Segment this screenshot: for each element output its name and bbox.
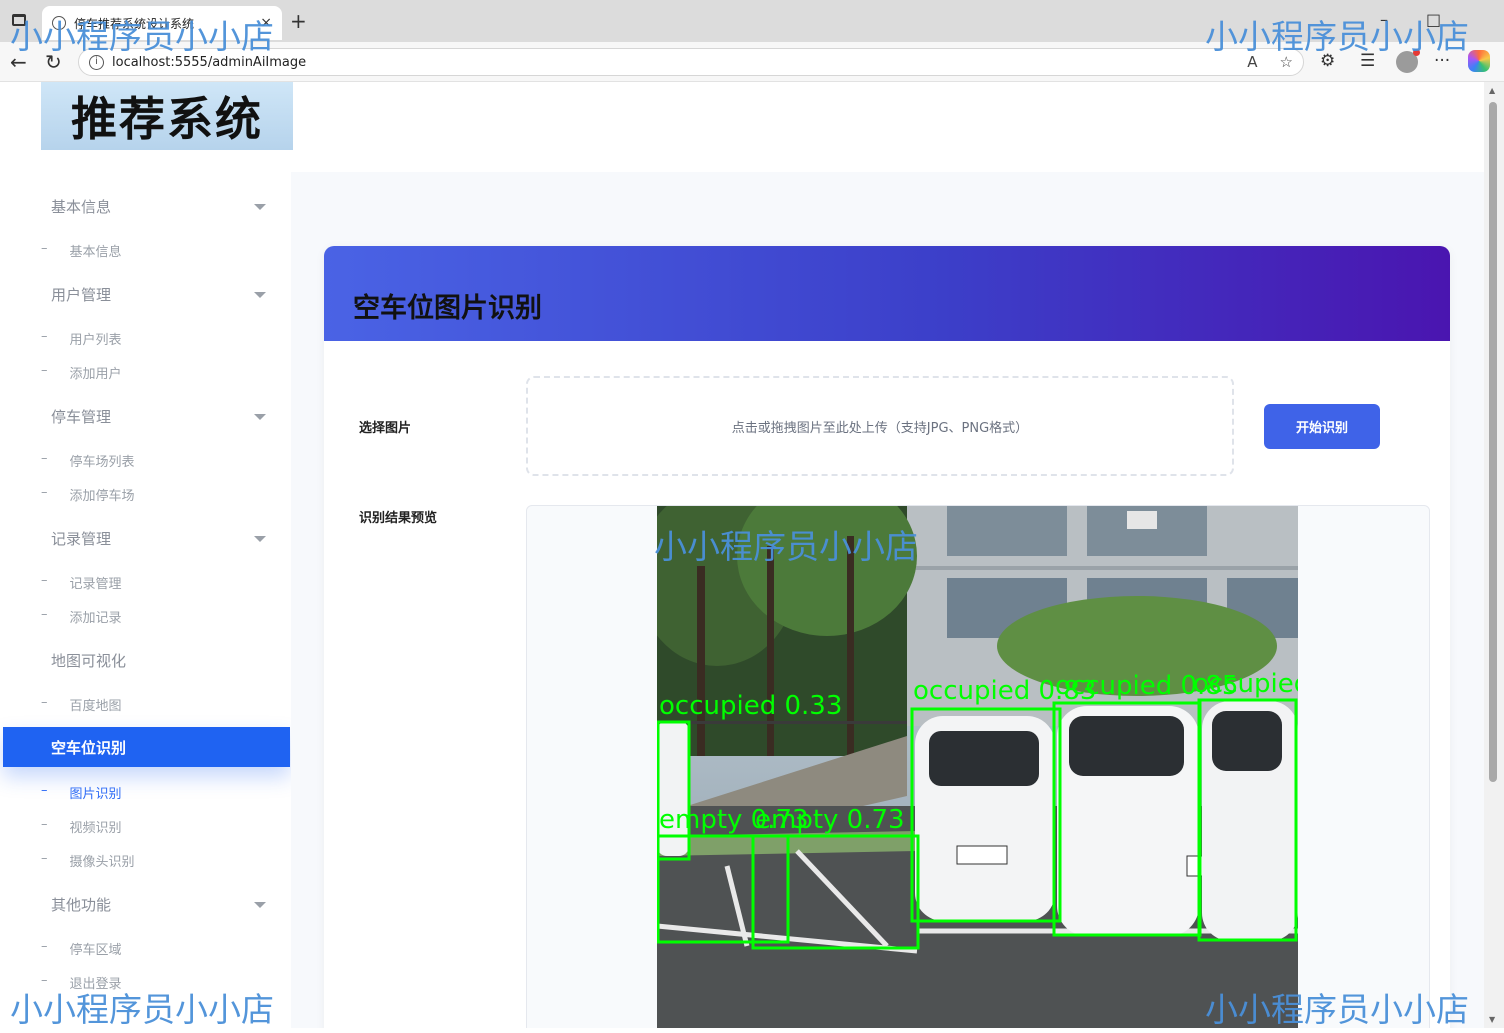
detection-label: occupied	[1193, 669, 1298, 699]
watermark: 小小程序员小小店	[10, 17, 274, 56]
chevron-down-icon[interactable]	[254, 204, 266, 210]
image-upload-dropzone[interactable]: 点击或拖拽图片至此处上传（支持JPG、PNG格式）	[526, 376, 1234, 476]
site-logo[interactable]: 推荐系统	[41, 82, 293, 150]
scroll-up-icon[interactable]: ▲	[1489, 86, 1495, 95]
watermark: 小小程序员小小店	[1205, 990, 1469, 1029]
chevron-down-icon[interactable]	[254, 536, 266, 542]
scroll-down-icon[interactable]: ▼	[1489, 1015, 1495, 1024]
result-preview-label: 识别结果预览	[359, 511, 438, 526]
menu-group-parking-management[interactable]: 停车管理	[51, 406, 111, 427]
menu-item-baidu-map[interactable]: – 百度地图	[41, 695, 122, 714]
menu-item-basic-info[interactable]: – 基本信息	[41, 241, 122, 260]
menu-group-record-management[interactable]: 记录管理	[51, 528, 111, 549]
chevron-down-icon[interactable]	[254, 292, 266, 298]
menu-item-camera-detection[interactable]: – 摄像头识别	[41, 851, 135, 870]
menu-group-basic-info[interactable]: 基本信息	[51, 196, 111, 217]
menu-item-parking-area[interactable]: – 停车区域	[41, 939, 122, 958]
chevron-down-icon[interactable]	[254, 414, 266, 420]
menu-item-video-detection[interactable]: – 视频识别	[41, 817, 122, 836]
menu-group-user-management[interactable]: 用户管理	[51, 284, 111, 305]
scrollbar-thumb[interactable]	[1489, 102, 1497, 782]
logo-text: 推荐系统	[71, 92, 263, 146]
watermark: 小小程序员小小店	[1205, 17, 1469, 56]
detection-label: occupied 0.33	[659, 691, 842, 721]
page-title: 空车位图片识别	[353, 293, 542, 324]
menu-group-empty-spot-detection[interactable]: 空车位识别	[3, 727, 290, 767]
menu-item-add-user[interactable]: – 添加用户	[41, 363, 122, 382]
menu-item-add-parking[interactable]: – 添加停车场	[41, 485, 135, 504]
menu-group-map-visualization[interactable]: 地图可视化	[51, 650, 126, 671]
menu-item-record-management[interactable]: – 记录管理	[41, 573, 122, 592]
watermark: 小小程序员小小店	[10, 990, 274, 1029]
detection-label: empty 0.73	[755, 805, 905, 835]
watermark: 小小程序员小小店	[654, 527, 918, 566]
sidebar: 基本信息 – 基本信息 用户管理 – 用户列表 – 添加用户 停车管理 – 停车场列表 …	[3, 172, 290, 1028]
url-text: localhost:5555/adminAiImage	[112, 54, 307, 70]
menu-group-other-functions[interactable]: 其他功能	[51, 894, 111, 915]
select-image-label: 选择图片	[359, 421, 412, 436]
menu-item-parking-list[interactable]: – 停车场列表	[41, 451, 135, 470]
menu-item-user-list[interactable]: – 用户列表	[41, 329, 122, 348]
detection-result-image: occupied 0.33 occupied 0.83 occupied 0.8…	[657, 506, 1298, 1028]
upload-hint: 点击或拖拽图片至此处上传（支持JPG、PNG格式）	[731, 420, 1029, 436]
new-tab-icon[interactable]: +	[290, 9, 307, 33]
page-scrollbar[interactable]: ▲ ▼	[1484, 82, 1504, 1028]
menu-item-add-record[interactable]: – 添加记录	[41, 607, 122, 626]
copilot-icon[interactable]	[1468, 50, 1490, 72]
card-header: 空车位图片识别	[324, 246, 1450, 341]
menu-item-image-detection[interactable]: – 图片识别	[41, 783, 122, 802]
start-detection-button[interactable]: 开始识别	[1264, 404, 1380, 449]
chevron-down-icon[interactable]	[254, 902, 266, 908]
